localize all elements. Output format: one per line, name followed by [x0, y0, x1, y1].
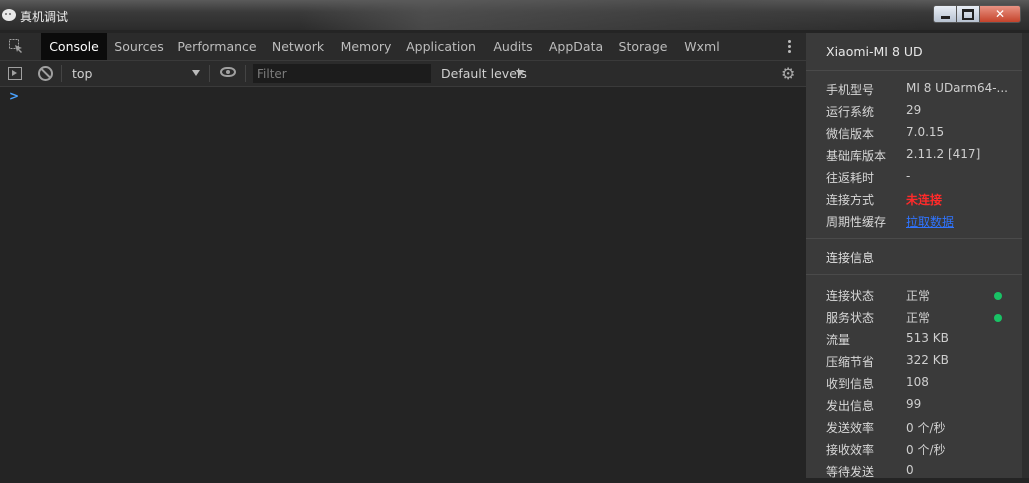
conn-key: 压缩节省 — [826, 355, 875, 369]
info-row-base-library: 基础库版本 2.11.2 [417] — [826, 147, 1016, 167]
fetch-data-link[interactable]: 拉取数据 — [906, 213, 954, 230]
maximize-icon — [962, 8, 974, 20]
conn-key: 等待发送 — [826, 465, 875, 479]
conn-value: 0 个/秒 — [906, 421, 946, 435]
info-key: 往返耗时 — [826, 171, 875, 185]
info-key: 运行系统 — [826, 105, 875, 119]
conn-key: 接收效率 — [826, 443, 875, 457]
info-row-model: 手机型号 MI 8 UDarm64-... — [826, 81, 1016, 101]
window-title-bar: 真机调试 ✕ — [0, 0, 1029, 30]
toolbar-divider — [61, 65, 62, 82]
info-row-periodic-cache: 周期性缓存 拉取数据 — [826, 213, 1016, 233]
tab-network[interactable]: Network — [268, 33, 328, 60]
status-ok-dot — [994, 292, 1002, 300]
info-value: - — [906, 169, 911, 183]
wechat-icon — [2, 9, 16, 21]
conn-key: 连接状态 — [826, 289, 875, 303]
info-key: 周期性缓存 — [826, 215, 887, 229]
tab-appdata[interactable]: AppData — [547, 33, 605, 60]
info-value: MI 8 UDarm64-... — [906, 81, 1008, 95]
context-selector[interactable]: top — [72, 66, 92, 81]
panel-divider — [806, 274, 1022, 275]
conn-value: 正常 — [906, 311, 931, 325]
console-toolbar: top Default levels ⚙ — [0, 61, 806, 87]
info-value: 7.0.15 — [906, 125, 945, 139]
conn-key: 流量 — [826, 333, 851, 347]
panel-scrollbar[interactable] — [1022, 33, 1029, 478]
show-sidebar-icon[interactable] — [8, 67, 22, 80]
conn-key: 发送效率 — [826, 421, 875, 435]
minimize-icon — [940, 15, 950, 19]
connection-info-title: 连接信息 — [826, 251, 875, 265]
devtools-tab-bar: Console Sources Performance Network Memo… — [0, 33, 806, 61]
info-row-wechat-version: 微信版本 7.0.15 — [826, 125, 1016, 145]
conn-row-receive-rate: 接收效率 0 个/秒 — [826, 441, 1016, 461]
conn-row-service-status: 服务状态 正常 — [826, 309, 1016, 329]
conn-key: 收到信息 — [826, 377, 875, 391]
tab-wxml[interactable]: Wxml — [682, 33, 722, 60]
window-title: 真机调试 — [20, 10, 69, 24]
filter-input[interactable] — [253, 64, 431, 83]
toolbar-divider — [209, 65, 210, 82]
gear-icon[interactable]: ⚙ — [781, 66, 796, 82]
chevron-down-icon[interactable] — [516, 70, 524, 76]
tab-performance[interactable]: Performance — [176, 33, 258, 60]
conn-row-send-rate: 发送效率 0 个/秒 — [826, 419, 1016, 439]
info-key: 手机型号 — [826, 83, 875, 97]
info-row-round-trip: 往返耗时 - — [826, 169, 1016, 189]
conn-value: 正常 — [906, 289, 931, 303]
conn-row-traffic: 流量 513 KB — [826, 331, 1016, 351]
inspect-element-icon[interactable] — [9, 39, 23, 53]
live-expression-eye-icon[interactable] — [220, 67, 236, 77]
connection-mode-status: 未连接 — [906, 193, 943, 207]
window-controls: ✕ — [933, 5, 1021, 23]
info-value: 2.11.2 [417] — [906, 147, 981, 161]
conn-row-connection-status: 连接状态 正常 — [826, 287, 1016, 307]
log-levels-dropdown[interactable]: Default levels — [441, 66, 527, 81]
tab-application[interactable]: Application — [404, 33, 478, 60]
info-value: 29 — [906, 103, 922, 117]
conn-row-sent: 发出信息 99 — [826, 397, 1016, 417]
info-key: 连接方式 — [826, 193, 875, 207]
device-name: Xiaomi-MI 8 UD — [826, 44, 923, 59]
chevron-down-icon[interactable] — [192, 70, 200, 76]
console-prompt[interactable]: > — [9, 89, 19, 103]
close-icon: ✕ — [994, 7, 1006, 21]
maximize-button[interactable] — [956, 5, 980, 23]
tab-memory[interactable]: Memory — [337, 33, 395, 60]
panel-divider — [806, 238, 1022, 239]
tab-sources[interactable]: Sources — [109, 33, 169, 60]
console-output[interactable]: > — [0, 87, 805, 478]
status-ok-dot — [994, 314, 1002, 322]
info-row-os: 运行系统 29 — [826, 103, 1016, 123]
tab-console[interactable]: Console — [41, 33, 107, 60]
conn-row-pending-send: 等待发送 0 — [826, 463, 1016, 483]
panel-divider — [806, 70, 1022, 71]
conn-value: 0 — [906, 463, 914, 477]
conn-key: 发出信息 — [826, 399, 875, 413]
conn-value: 0 个/秒 — [906, 443, 946, 457]
more-options-icon[interactable] — [788, 40, 791, 54]
conn-row-compression-saved: 压缩节省 322 KB — [826, 353, 1016, 373]
conn-value: 513 KB — [906, 331, 949, 345]
device-info-panel: Xiaomi-MI 8 UD 手机型号 MI 8 UDarm64-... 运行系… — [806, 33, 1022, 479]
tab-audits[interactable]: Audits — [488, 33, 538, 60]
conn-value: 108 — [906, 375, 929, 389]
info-key: 微信版本 — [826, 127, 875, 141]
close-button[interactable]: ✕ — [979, 5, 1021, 23]
conn-value: 322 KB — [906, 353, 949, 367]
info-row-connection-mode: 连接方式 未连接 — [826, 191, 1016, 211]
conn-value: 99 — [906, 397, 922, 411]
conn-row-received: 收到信息 108 — [826, 375, 1016, 395]
tab-storage[interactable]: Storage — [616, 33, 670, 60]
conn-key: 服务状态 — [826, 311, 875, 325]
info-key: 基础库版本 — [826, 149, 887, 163]
clear-console-icon[interactable] — [38, 66, 53, 81]
toolbar-divider — [245, 65, 246, 82]
title-bar-background — [300, 0, 920, 30]
minimize-button[interactable] — [933, 5, 957, 23]
